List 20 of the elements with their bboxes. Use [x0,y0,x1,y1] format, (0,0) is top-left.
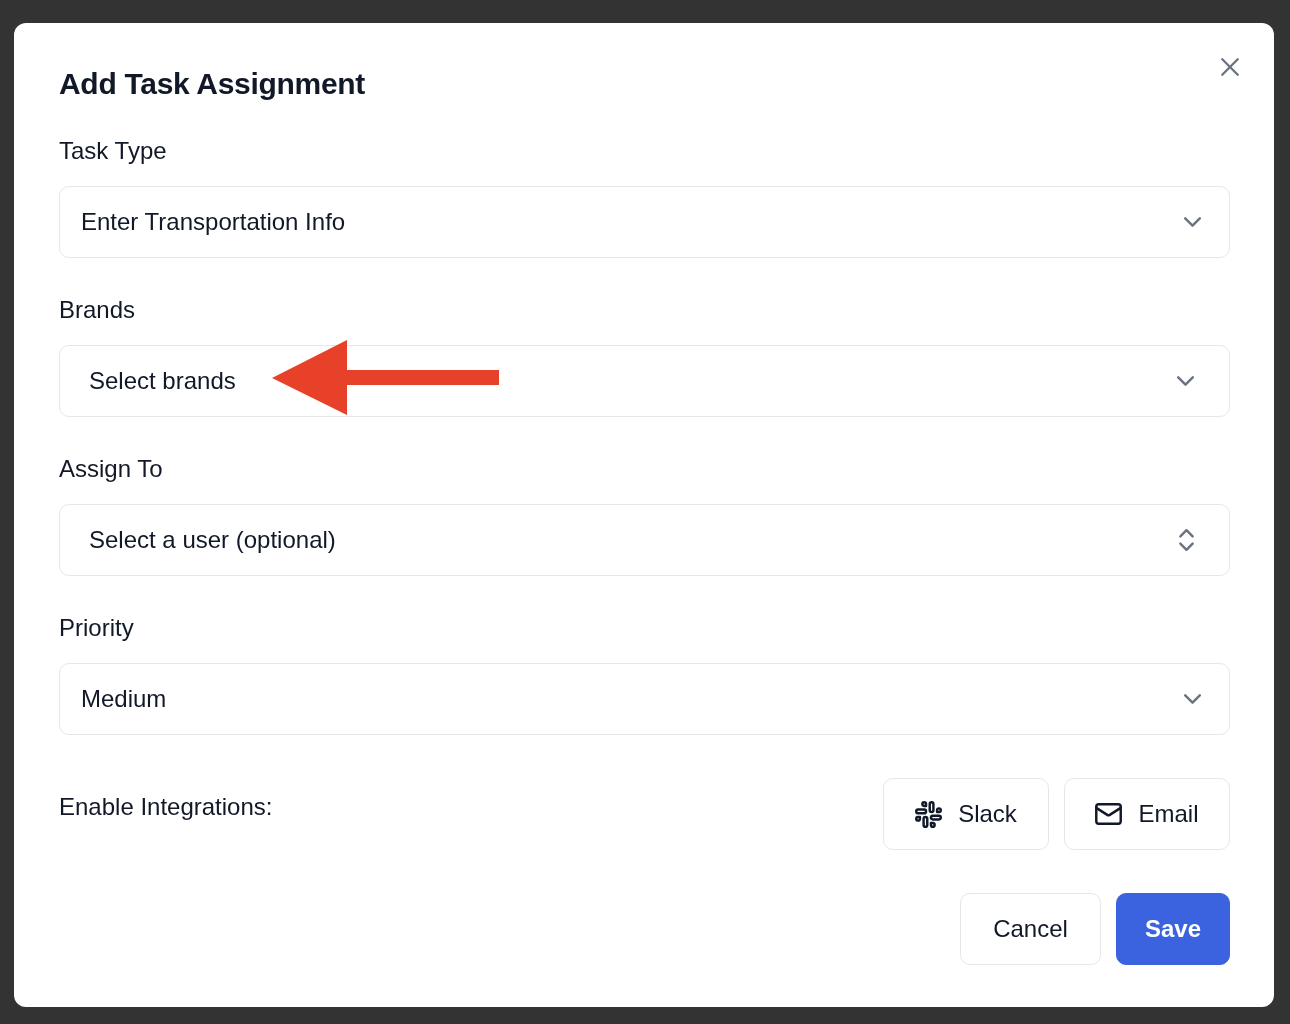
close-icon[interactable] [1221,58,1239,76]
dialog-title: Add Task Assignment [59,66,366,102]
cancel-button[interactable]: Cancel [960,893,1101,965]
chevron-down-icon [1184,217,1201,227]
chevron-down-icon [1184,694,1201,704]
field-label: Brands [59,295,136,325]
envelope-icon [1095,803,1123,825]
chevron-down-icon [1177,376,1194,386]
integration-toggle[interactable]: Email [1064,778,1230,850]
dropdown-field[interactable]: Medium [59,663,1230,735]
dropdown-field[interactable]: Enter Transportation Info [59,186,1230,258]
dropdown-field[interactable]: Select a user (optional) [59,504,1230,576]
field-label: Assign To [59,454,163,484]
integrations-label: Enable Integrations: [59,792,273,822]
slack-logo-icon [915,800,943,828]
integration-toggle[interactable]: Slack [883,778,1049,850]
field-label: Priority [59,613,134,643]
save-button[interactable]: Save [1116,893,1230,965]
field-label: Task Type [59,136,167,166]
up-down-chevron-icon [1179,529,1194,551]
